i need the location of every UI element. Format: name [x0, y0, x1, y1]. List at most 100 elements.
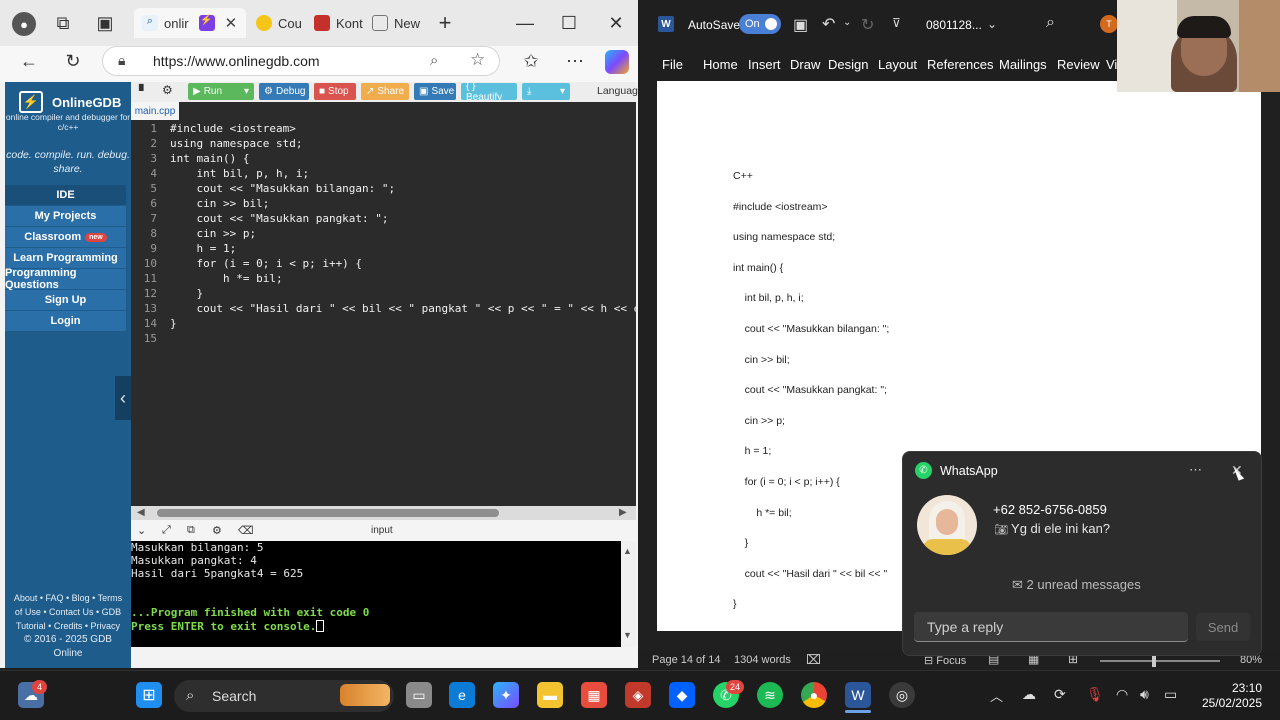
sidebar-item-ide[interactable]: IDE — [5, 185, 126, 205]
chrome-icon[interactable]: ● — [801, 682, 827, 708]
scroll-left-icon[interactable]: ◀ — [137, 507, 145, 518]
page-indicator[interactable]: Page 14 of 14 — [652, 654, 721, 666]
start-icon[interactable]: ⊞ — [136, 682, 162, 708]
sidebar-item-classroom[interactable]: Classroom new — [5, 227, 126, 247]
workspaces-icon[interactable]: ⧉ — [50, 10, 76, 36]
expand-icon[interactable]: ⤢ — [162, 524, 171, 537]
tab-draw[interactable]: Draw — [790, 57, 820, 72]
lock-icon[interactable]: 🔒︎ — [118, 52, 125, 69]
download-button[interactable]: ⤓ ▾ — [522, 83, 570, 100]
profile-icon[interactable]: ● — [12, 12, 36, 36]
app-icon[interactable]: ◎ — [889, 682, 915, 708]
chevron-down-icon[interactable]: ⌄ — [137, 524, 146, 537]
volume-icon[interactable]: 🔊︎ — [1140, 686, 1149, 703]
tab-file[interactable]: File — [662, 57, 683, 72]
customize-icon[interactable]: ⊽ — [892, 16, 901, 30]
spotify-icon[interactable]: ≋ — [757, 682, 783, 708]
scroll-up-icon[interactable]: ▲ — [623, 546, 632, 556]
tab-home[interactable]: Home — [703, 57, 738, 72]
refresh-icon[interactable]: ↻ — [60, 48, 86, 74]
sidebar-item-sign-up[interactable]: Sign Up — [5, 290, 126, 310]
footer-links[interactable]: About • FAQ • Blog • Terms — [5, 591, 131, 605]
back-icon[interactable]: ← — [16, 48, 42, 74]
word-icon[interactable]: W — [845, 682, 871, 708]
sidebar-item-login[interactable]: Login — [5, 311, 126, 331]
tab-youtube[interactable]: Kont — [314, 8, 368, 38]
tab-new[interactable]: New — [372, 8, 426, 38]
chevron-up-icon[interactable]: ︿ — [990, 686, 1003, 705]
scroll-down-icon[interactable]: ▼ — [623, 630, 632, 640]
wifi-icon[interactable]: ◠ — [1116, 686, 1128, 703]
scrollbar-thumb[interactable] — [157, 509, 499, 517]
more-icon[interactable]: ⋯ — [562, 48, 588, 74]
language-select[interactable]: Languag — [597, 85, 638, 97]
chevron-down-icon[interactable]: ⌄ — [987, 17, 997, 31]
tab-references[interactable]: References — [927, 57, 993, 72]
favorites-icon[interactable]: ✩ — [518, 48, 544, 74]
url-input[interactable]: https://www.onlinegdb.com — [102, 46, 500, 76]
window-close-icon[interactable]: ✕ — [603, 10, 629, 36]
redo-icon[interactable]: ↻ — [861, 15, 874, 35]
zoom-icon[interactable]: ⌕ — [430, 52, 438, 69]
tab-view[interactable]: Vi — [1106, 57, 1117, 72]
tab-insert[interactable]: Insert — [748, 57, 781, 72]
word-count[interactable]: 1304 words — [734, 654, 791, 666]
file-explorer-app-icon[interactable]: ▭ — [406, 682, 432, 708]
sync-icon[interactable]: ⟳ — [1054, 686, 1066, 703]
edge-icon[interactable]: e — [449, 682, 475, 708]
copilot-icon[interactable] — [605, 50, 629, 74]
stop-button[interactable]: ■ Stop — [314, 83, 356, 100]
zoom-slider[interactable] — [1100, 660, 1220, 662]
dropbox-icon[interactable]: ◆ — [669, 682, 695, 708]
tab-design[interactable]: Design — [828, 57, 868, 72]
onedrive-icon[interactable]: ☁ — [1022, 686, 1036, 703]
save-icon[interactable]: ▣ — [793, 15, 808, 35]
document-title[interactable]: 0801128... — [926, 18, 982, 32]
sidebar-item-learn-programming[interactable]: Learn Programming — [5, 248, 126, 268]
new-file-icon[interactable]: ▘ — [139, 84, 148, 98]
save-button[interactable]: ▣ Save — [414, 83, 456, 100]
accessibility-icon[interactable]: ⌧ — [806, 652, 821, 668]
sidebar-item-programming-questions[interactable]: Programming Questions — [5, 267, 126, 291]
more-options-icon[interactable]: ⋯ — [1189, 462, 1202, 478]
console-input-label[interactable]: input — [371, 525, 393, 536]
beautify-button[interactable]: { } Beautify — [461, 81, 517, 103]
favorite-star-icon[interactable]: ☆ — [470, 50, 485, 70]
tab-mailings[interactable]: Mailings — [999, 57, 1047, 72]
undo-icon[interactable]: ↶ — [822, 14, 835, 34]
debug-button[interactable]: ⚙ Debug — [259, 83, 309, 100]
share-button[interactable]: ↗ Share — [361, 83, 409, 100]
clear-icon[interactable]: ⌫ — [238, 524, 254, 537]
tab-layout[interactable]: Layout — [878, 57, 917, 72]
run-button[interactable]: ▶ Run ▾ — [188, 83, 254, 100]
battery-icon[interactable]: ▭ — [1164, 686, 1177, 703]
zoom-slider-thumb[interactable] — [1152, 655, 1156, 667]
upload-icon[interactable]: ⚙ — [162, 83, 173, 97]
new-tab-button[interactable]: + — [432, 10, 458, 36]
chevron-down-icon[interactable]: ⌄ — [843, 17, 851, 28]
settings-icon[interactable]: ⚙ — [212, 524, 222, 537]
send-button[interactable]: Send — [1196, 613, 1250, 641]
close-icon[interactable]: ✕ — [225, 14, 238, 32]
tab-actions-icon[interactable]: ▣ — [92, 10, 118, 36]
store-icon[interactable]: ▦ — [581, 682, 607, 708]
security-app-icon[interactable]: ◈ — [625, 682, 651, 708]
tab-review[interactable]: Review — [1057, 57, 1100, 72]
file-tab-main[interactable]: main.cpp — [131, 102, 179, 120]
avatar[interactable]: T — [1100, 15, 1118, 33]
tab-onlinegdb[interactable]: ⌕ onlir ⚡ ✕ — [134, 8, 246, 38]
gdb-brand[interactable]: OnlineGDB — [52, 95, 121, 110]
folder-icon[interactable]: ▬ — [537, 682, 563, 708]
copy-icon[interactable]: ⧉ — [187, 524, 195, 537]
search-highlight-icon[interactable] — [340, 684, 390, 706]
footer-links[interactable]: Tutorial • Credits • Privacy — [5, 619, 131, 633]
footer-links[interactable]: of Use • Contact Us • GDB — [5, 605, 131, 619]
autosave-toggle[interactable]: On — [739, 14, 781, 34]
tab-course[interactable]: Cou — [256, 8, 306, 38]
search-icon[interactable]: ⌕ — [1046, 14, 1055, 32]
minimize-icon[interactable]: — — [512, 10, 538, 36]
microphone-icon[interactable]: 🎙︎ — [1086, 686, 1104, 703]
sidebar-item-my-projects[interactable]: My Projects — [5, 206, 126, 226]
sidebar-collapse-button[interactable]: ‹ — [115, 376, 131, 420]
clock[interactable]: 23:10 25/02/2025 — [1190, 681, 1262, 711]
